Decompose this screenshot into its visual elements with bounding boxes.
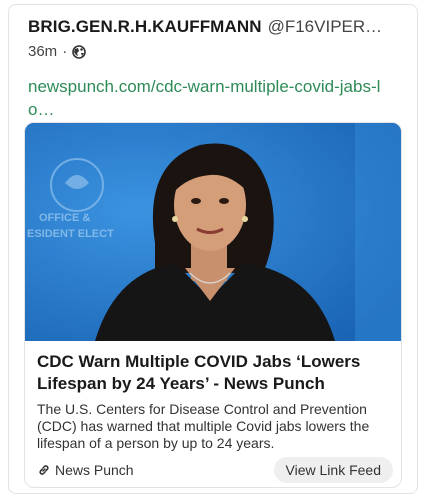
card-footer: News Punch View Link Feed	[37, 457, 393, 483]
news-photo[interactable]: OFFICE & ESIDENT ELECT	[25, 123, 401, 341]
news-photo-illustration: OFFICE & ESIDENT ELECT	[25, 123, 401, 341]
card-title[interactable]: CDC Warn Multiple COVID Jabs ‘Lowers Lif…	[37, 351, 393, 395]
card-description: The U.S. Centers for Disease Control and…	[37, 401, 370, 451]
svg-text:ESIDENT ELECT: ESIDENT ELECT	[27, 228, 114, 240]
author-handle[interactable]: @F16VIPER…	[268, 17, 383, 37]
card-source[interactable]: News Punch	[37, 462, 134, 478]
post-time: 36m	[28, 43, 58, 60]
globe-icon	[72, 44, 86, 59]
link-preview-card[interactable]: OFFICE & ESIDENT ELECT CDC Warn Multiple…	[24, 122, 402, 488]
view-link-feed-button[interactable]: View Link Feed	[273, 457, 393, 483]
meta-separator: ·	[62, 43, 68, 60]
link-icon	[39, 465, 49, 475]
svg-text:OFFICE &: OFFICE &	[39, 212, 90, 224]
source-name: News Punch	[55, 462, 134, 478]
post-link[interactable]: newspunch.com/cdc-warn-multiple-covid-ja…	[28, 75, 403, 121]
author-row[interactable]: BRIG.GEN.R.H.KAUFFMANN @F16VIPER…	[28, 17, 408, 37]
author-name[interactable]: BRIG.GEN.R.H.KAUFFMANN	[28, 17, 262, 37]
post-meta: 36m ·	[28, 43, 86, 60]
